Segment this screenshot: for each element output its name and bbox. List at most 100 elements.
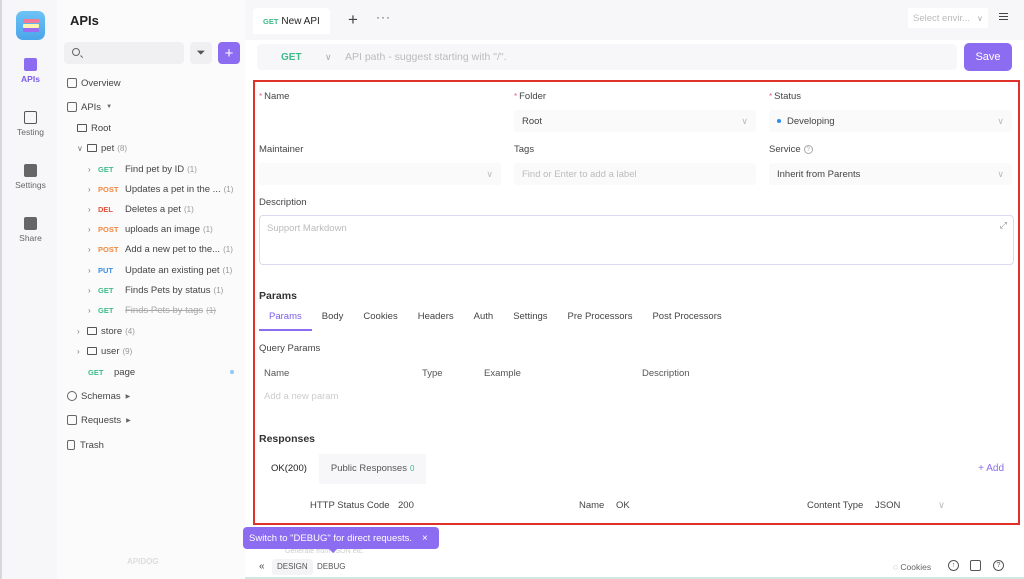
name-input[interactable] xyxy=(259,110,499,132)
sidebar-item-requests[interactable]: Requests ▶ xyxy=(67,411,131,429)
logo-icon xyxy=(22,19,39,32)
add-response-button[interactable]: + Add xyxy=(978,463,1004,474)
folder-icon xyxy=(87,144,97,152)
tab-bar: GET New API + ··· Select envir... ∨ xyxy=(245,0,1024,40)
apis-icon xyxy=(24,58,37,71)
chevron-down-icon: ∨ xyxy=(325,51,332,62)
sidebar-item-schemas[interactable]: Schemas ▶ xyxy=(67,387,130,405)
caret-down-icon: ▼ xyxy=(106,104,113,110)
column-example: Example xyxy=(484,368,521,379)
folder-label: * Folder xyxy=(514,91,547,102)
status-dot xyxy=(777,119,781,123)
endpoint-item[interactable]: › GET Find pet by ID (1) xyxy=(88,160,197,178)
app-logo[interactable] xyxy=(16,11,45,40)
rail-item-apis[interactable]: APIs xyxy=(2,58,59,84)
chevron-down-icon: ∨ xyxy=(741,115,748,126)
folder-root[interactable]: Root xyxy=(77,119,111,137)
upload-icon[interactable]: ↑ xyxy=(948,560,959,571)
collapse-sidebar-button[interactable]: « xyxy=(259,561,265,572)
endpoint-page[interactable]: GET page xyxy=(88,363,238,381)
response-tab-ok[interactable]: OK(200) xyxy=(259,454,319,484)
menu-icon[interactable] xyxy=(999,13,1008,20)
name-label: * Name xyxy=(259,91,290,102)
theme-icon[interactable] xyxy=(970,560,981,571)
endpoint-item[interactable]: › POST Updates a pet in the ... (1) xyxy=(88,180,233,198)
http-status-label: HTTP Status Code xyxy=(310,500,390,511)
cookies-button[interactable]: ◌ Cookies xyxy=(893,562,931,572)
param-tab-post-processors[interactable]: Post Processors xyxy=(642,307,731,331)
method-select[interactable]: GET xyxy=(257,52,325,63)
tags-input[interactable]: Find or Enter to add a label xyxy=(514,163,756,185)
maintainer-select[interactable]: ∨ xyxy=(259,163,501,185)
endpoint-item[interactable]: › PUT Update an existing pet (1) xyxy=(88,261,232,279)
endpoint-item[interactable]: › GET Finds Pets by tags (1) xyxy=(88,301,216,319)
params-title: Params xyxy=(259,290,297,302)
param-tab-params[interactable]: Params xyxy=(259,307,312,331)
sidebar-item-apis[interactable]: APIs ▼ xyxy=(67,98,112,116)
param-tab-headers[interactable]: Headers xyxy=(408,307,464,331)
response-name-label: Name xyxy=(579,500,605,511)
param-tab-settings[interactable]: Settings xyxy=(503,307,557,331)
rail-item-settings[interactable]: Settings xyxy=(2,164,59,190)
description-textarea[interactable]: Support Markdown ⤢ xyxy=(259,215,1014,265)
folder-store[interactable]: › store (4) xyxy=(77,322,135,340)
rail-item-testing[interactable]: Testing xyxy=(2,111,59,137)
environment-select[interactable]: Select envir... ∨ xyxy=(908,8,988,28)
folder-icon xyxy=(87,347,97,355)
add-button[interactable]: + xyxy=(218,42,240,64)
content-type-select[interactable]: JSON ∨ xyxy=(875,500,945,511)
caret-right-icon: ▶ xyxy=(126,417,131,424)
response-name-input[interactable]: OK xyxy=(616,500,630,511)
testing-icon xyxy=(24,111,37,124)
tab-new-api[interactable]: GET New API xyxy=(253,8,330,34)
api-sidebar: APIs ⏷ + Overview APIs ▼ Root ∨ pet (8) › GE… xyxy=(57,0,245,579)
chevron-right-icon: › xyxy=(88,184,91,194)
content-type-label: Content Type xyxy=(807,500,864,511)
tags-label: Tags xyxy=(514,144,535,155)
left-rail: APIs Testing Settings Share xyxy=(0,0,57,579)
endpoint-item[interactable]: › POST Add a new pet to the... (1) xyxy=(88,241,233,259)
add-param-input[interactable]: Add a new param xyxy=(264,391,338,402)
new-tab-button[interactable]: + xyxy=(348,10,358,30)
debug-mode-button[interactable]: DEBUG xyxy=(312,559,350,575)
status-bar: « DESIGN DEBUG ◌ Cookies ↑ ? xyxy=(245,554,1024,579)
param-tab-cookies[interactable]: Cookies xyxy=(353,307,407,331)
chevron-down-icon: ∨ xyxy=(977,13,983,23)
folder-user[interactable]: › user (9) xyxy=(77,342,132,360)
sidebar-item-trash[interactable]: Trash xyxy=(67,436,104,454)
unsaved-dot xyxy=(230,370,234,374)
close-icon[interactable]: × xyxy=(422,533,428,544)
folder-select[interactable]: Root ∨ xyxy=(514,110,756,132)
save-button[interactable]: Save xyxy=(964,43,1012,71)
service-select[interactable]: Inherit from Parents ∨ xyxy=(769,163,1012,185)
help-icon[interactable]: ? xyxy=(993,560,1004,571)
http-status-input[interactable]: 200 xyxy=(398,500,414,511)
column-name: Name xyxy=(264,368,290,379)
response-tab-public[interactable]: Public Responses 0 xyxy=(318,454,427,484)
endpoint-item[interactable]: › POST uploads an image (1) xyxy=(88,221,213,239)
rail-item-share[interactable]: Share xyxy=(2,217,59,243)
folder-pet[interactable]: ∨ pet (8) xyxy=(77,139,127,157)
design-mode-button[interactable]: DESIGN xyxy=(272,559,313,575)
param-tab-auth[interactable]: Auth xyxy=(464,307,504,331)
endpoint-item[interactable]: › DEL Deletes a pet (1) xyxy=(88,200,194,218)
param-tabs: Params Body Cookies Headers Auth Settings Pre … xyxy=(259,307,732,331)
sidebar-title: APIs xyxy=(70,13,99,28)
sidebar-item-overview[interactable]: Overview xyxy=(67,74,121,92)
chevron-down-icon: ∨ xyxy=(486,168,493,179)
chevron-right-icon: › xyxy=(77,346,80,356)
api-path-input[interactable]: API path - suggest starting with "/". xyxy=(345,51,507,63)
status-select[interactable]: Developing ∨ xyxy=(769,110,1012,132)
responses-title: Responses xyxy=(259,433,316,445)
endpoint-item[interactable]: › GET Finds Pets by status (1) xyxy=(88,281,223,299)
folder-icon xyxy=(77,124,87,132)
more-tabs-button[interactable]: ··· xyxy=(376,10,391,24)
param-tab-pre-processors[interactable]: Pre Processors xyxy=(558,307,643,331)
schemas-icon xyxy=(67,391,77,401)
column-description: Description xyxy=(642,368,690,379)
expand-icon[interactable]: ⤢ xyxy=(1000,220,1007,231)
sidebar-search-input[interactable] xyxy=(64,42,184,64)
filter-button[interactable]: ⏷ xyxy=(190,42,212,64)
brand-watermark: APIDOG xyxy=(127,557,159,566)
param-tab-body[interactable]: Body xyxy=(312,307,354,331)
